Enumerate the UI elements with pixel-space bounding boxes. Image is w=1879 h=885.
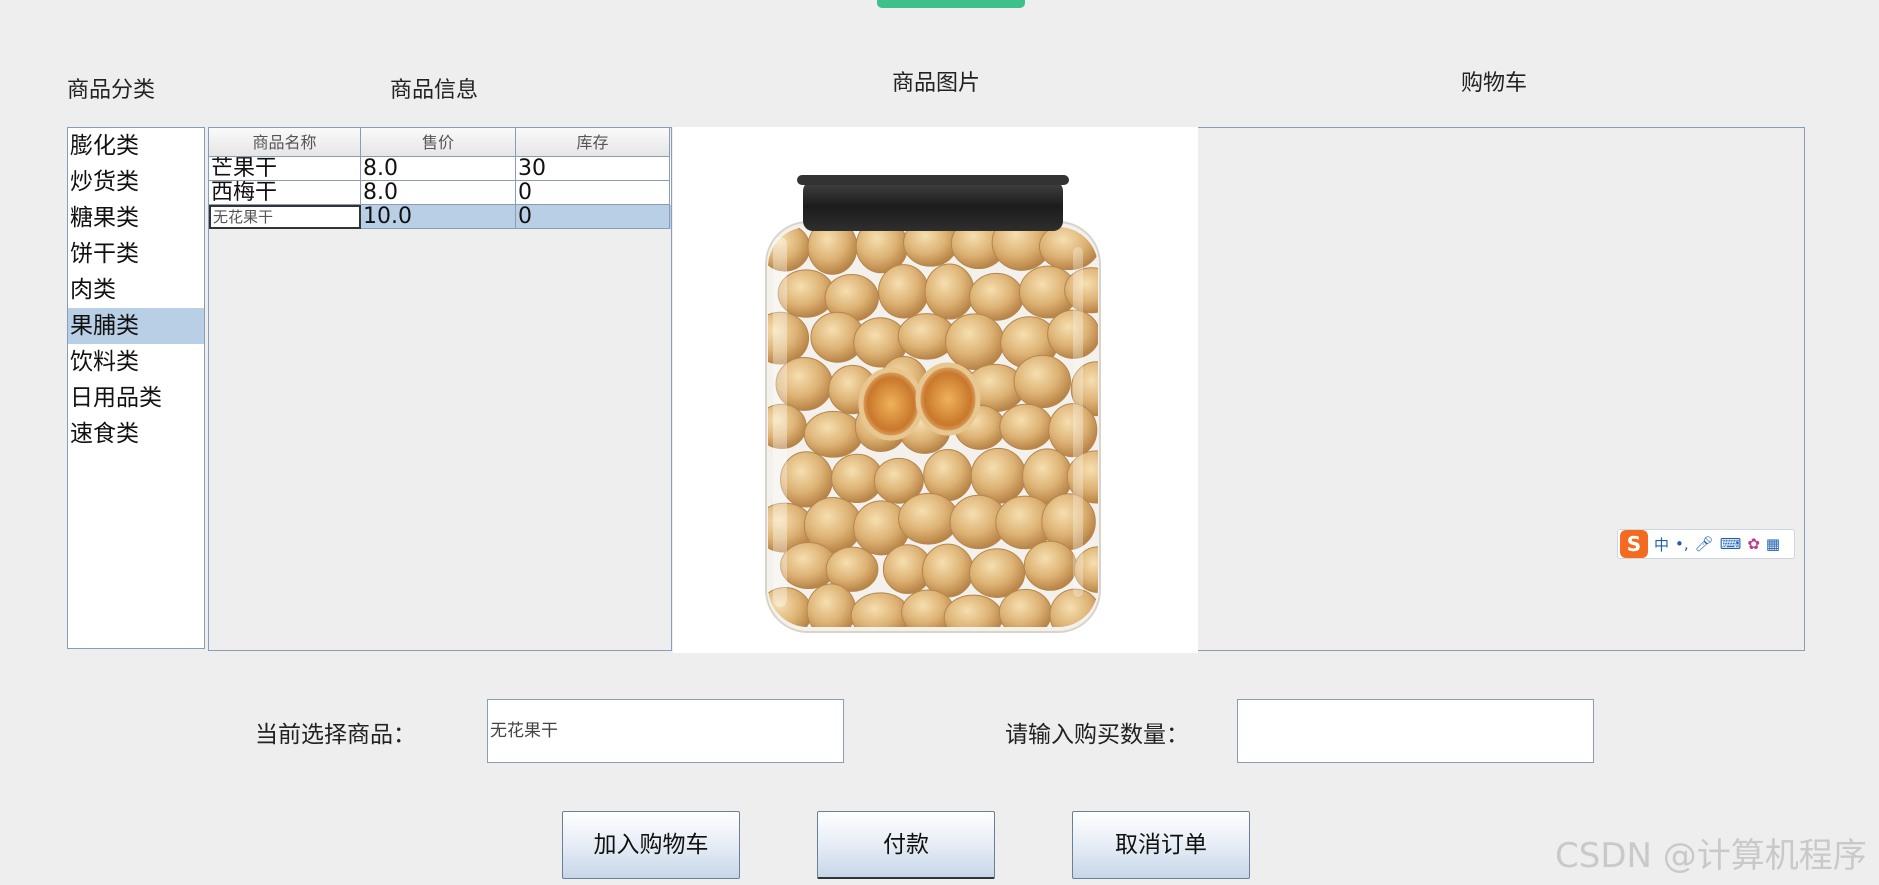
info-header: 商品信息: [390, 78, 479, 103]
cell-stock[interactable]: 0: [516, 181, 670, 205]
add-to-cart-button[interactable]: 加入购物车: [562, 811, 740, 879]
current-product-field[interactable]: 无花果干: [487, 699, 844, 763]
cell-name[interactable]: 芒果干: [209, 157, 361, 181]
table-header: 商品名称 售价 库存: [209, 128, 671, 157]
skin-icon[interactable]: ✿: [1747, 535, 1760, 553]
dried-fig: [898, 492, 959, 545]
category-item[interactable]: 饼干类: [68, 236, 204, 272]
table-row[interactable]: 芒果干 8.0 30: [209, 157, 671, 181]
category-item[interactable]: 肉类: [68, 272, 204, 308]
sogou-logo-icon[interactable]: S: [1620, 530, 1648, 558]
ime-mode-label[interactable]: 中: [1654, 534, 1669, 555]
keyboard-icon[interactable]: ⌨: [1720, 535, 1742, 553]
cell-name-editor[interactable]: 无花果干: [209, 205, 361, 229]
cell-stock[interactable]: 30: [516, 157, 670, 181]
category-list[interactable]: 膨化类 炒货类 糖果类 饼干类 肉类 果脯类 饮料类 日用品类 速食类: [67, 127, 205, 649]
image-header: 商品图片: [892, 71, 981, 96]
watermark: CSDN @计算机程序: [1555, 836, 1867, 876]
dried-fig: [968, 548, 1026, 598]
category-item[interactable]: 膨化类: [68, 128, 204, 164]
column-header-stock[interactable]: 库存: [516, 128, 670, 157]
product-image-panel: [673, 127, 1198, 653]
cart-header: 购物车: [1461, 71, 1528, 96]
cart-panel[interactable]: [1198, 127, 1805, 651]
product-table[interactable]: 商品名称 售价 库存 芒果干 8.0 30 西梅干 8.0 0 无花果干 10.…: [208, 127, 672, 651]
top-button-stub[interactable]: [877, 0, 1025, 8]
quantity-label: 请输入购买数量：: [1005, 722, 1189, 748]
dried-fig: [1064, 267, 1098, 314]
dried-fig: [999, 403, 1054, 451]
punctuation-icon[interactable]: •,: [1675, 535, 1689, 553]
dried-fig-jar-image: [765, 175, 1101, 633]
table-row-selected[interactable]: 无花果干 10.0 0: [209, 205, 671, 229]
dried-fig: [1013, 354, 1071, 409]
current-product-label: 当前选择商品：: [255, 722, 416, 748]
column-header-price[interactable]: 售价: [361, 128, 516, 157]
dried-fig: [1048, 403, 1098, 458]
dried-fig: [921, 543, 974, 598]
dried-fig: [878, 264, 929, 319]
cell-price[interactable]: 10.0: [361, 205, 516, 229]
dried-fig: [969, 272, 1024, 321]
dried-fig: [1023, 540, 1077, 591]
apps-grid-icon[interactable]: ▦: [1766, 535, 1780, 553]
category-item[interactable]: 炒货类: [68, 164, 204, 200]
quantity-input[interactable]: [1237, 699, 1594, 763]
ime-toolbar[interactable]: S 中 •, 🎤︎ ⌨ ✿ ▦: [1617, 529, 1795, 559]
column-header-name[interactable]: 商品名称: [209, 128, 361, 157]
dried-fig: [803, 410, 863, 458]
category-item[interactable]: 饮料类: [68, 344, 204, 380]
cell-name[interactable]: 西梅干: [209, 181, 361, 205]
category-item[interactable]: 日用品类: [68, 380, 204, 416]
microphone-icon[interactable]: 🎤︎: [1695, 535, 1714, 553]
category-header: 商品分类: [67, 78, 156, 103]
category-item[interactable]: 速食类: [68, 416, 204, 452]
table-row[interactable]: 西梅干 8.0 0: [209, 181, 671, 205]
cancel-order-button[interactable]: 取消订单: [1072, 811, 1250, 879]
dried-fig: [924, 263, 975, 320]
dried-fig: [945, 313, 1005, 370]
cell-price[interactable]: 8.0: [361, 157, 516, 181]
category-item[interactable]: 糖果类: [68, 200, 204, 236]
dried-fig: [923, 448, 973, 502]
cell-stock[interactable]: 0: [516, 205, 670, 229]
pay-button[interactable]: 付款: [817, 811, 995, 879]
cell-price[interactable]: 8.0: [361, 181, 516, 205]
category-item-selected[interactable]: 果脯类: [68, 308, 204, 344]
